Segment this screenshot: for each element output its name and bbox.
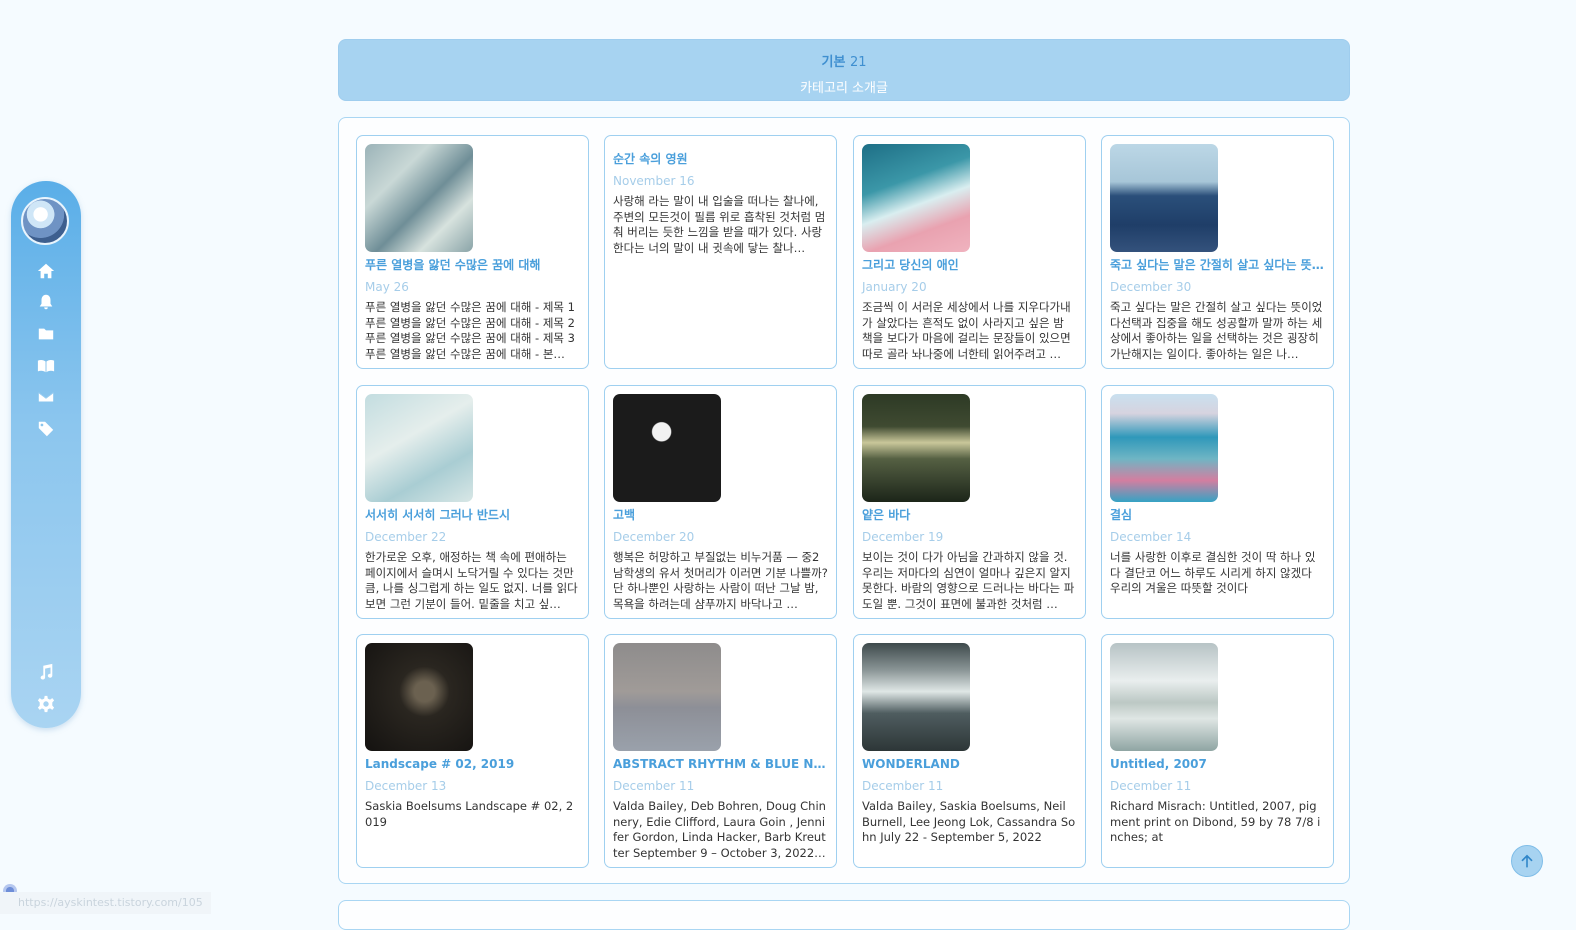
post-date: December 14 [1110, 530, 1192, 544]
envelope-icon[interactable] [36, 387, 56, 407]
post-card[interactable]: 서서히 서서히 그러나 반드시 December 22 한가로운 오후, 애정하는 … [356, 385, 589, 619]
post-card[interactable]: Untitled, 2007 December 11 Richard Misrach… [1101, 634, 1334, 868]
post-date: December 11 [1110, 779, 1192, 793]
post-date: January 20 [862, 280, 927, 294]
post-excerpt: Saskia Boelsums Landscape # 02, 2019 [365, 799, 574, 829]
post-excerpt: 푸른 열병을 앓던 수많은 꿈에 대해 - 제목 1 푸른 열병을 앓던 수많은… [365, 300, 575, 361]
post-title[interactable]: 얕은 바다 [862, 506, 1077, 524]
post-title[interactable]: Untitled, 2007 [1110, 755, 1325, 773]
post-excerpt: Richard Misrach: Untitled, 2007, pigment… [1110, 799, 1321, 844]
category-name[interactable]: 기본 [822, 55, 846, 70]
post-title[interactable]: 죽고 싶다는 말은 간절히 살고 싶다는 뜻… [1110, 256, 1325, 274]
post-date: December 11 [613, 779, 695, 793]
post-title[interactable]: 그리고 당신의 애인 [862, 256, 1077, 274]
post-thumbnail[interactable] [365, 643, 473, 751]
post-title[interactable]: 고백 [613, 506, 828, 524]
post-excerpt: 조금씩 이 서러운 세상에서 나를 지우다가내가 살았다는 흔적도 없이 사라지… [862, 300, 1071, 361]
home-icon[interactable] [36, 261, 56, 281]
post-thumbnail[interactable] [862, 643, 970, 751]
post-excerpt: 죽고 싶다는 말은 간절히 살고 싶다는 뜻이었다선택과 집중을 해도 성공할까… [1110, 300, 1323, 361]
post-date: December 20 [613, 530, 695, 544]
post-title[interactable]: 결심 [1110, 506, 1325, 524]
post-excerpt: 사랑해 라는 말이 내 입술을 떠나는 찰나에, 주변의 모든것이 필름 위로 … [613, 194, 826, 255]
status-url: https://ayskintest.tistory.com/105 [0, 892, 211, 914]
post-thumbnail[interactable] [1110, 643, 1218, 751]
post-date: May 26 [365, 280, 409, 294]
post-excerpt: Valda Bailey, Deb Bohren, Doug Chinnery,… [613, 799, 826, 860]
post-excerpt: 행복은 허망하고 부질없는 비누거품 — 중2 남학생의 유서 첫머리가 이러면… [613, 550, 828, 611]
post-card[interactable]: 죽고 싶다는 말은 간절히 살고 싶다는 뜻… December 30 죽고 싶다는… [1101, 135, 1334, 369]
category-header: 기본 21 카테고리 소개글 [338, 39, 1350, 101]
post-date: December 19 [862, 530, 944, 544]
post-date: December 22 [365, 530, 447, 544]
post-excerpt: 한가로운 오후, 애정하는 책 속에 편애하는 페이지에서 슬며시 노닥거릴 수… [365, 550, 578, 611]
post-thumbnail[interactable] [613, 643, 721, 751]
post-excerpt: 너를 사랑한 이후로 결심한 것이 딱 하나 있다 결단코 어느 하루도 시리게… [1110, 550, 1316, 595]
post-excerpt: Valda Bailey, Saskia Boelsums, Neil Burn… [862, 799, 1076, 844]
tag-icon[interactable] [36, 419, 56, 439]
folder-icon[interactable] [36, 324, 56, 344]
post-title[interactable]: 서서히 서서히 그러나 반드시 [365, 506, 580, 524]
scroll-top-button[interactable] [1511, 845, 1543, 877]
post-thumbnail[interactable] [1110, 144, 1218, 252]
post-card[interactable]: 순간 속의 영원 November 16 사랑해 라는 말이 내 입술을 떠나는 찰… [604, 135, 837, 369]
post-title[interactable]: WONDERLAND [862, 755, 1077, 773]
post-card[interactable]: 푸른 열병을 앓던 수많은 꿈에 대해 May 26 푸른 열병을 앓던 수많은 꿈… [356, 135, 589, 369]
category-count: 21 [849, 55, 867, 70]
post-card[interactable]: 그리고 당신의 애인 January 20 조금씩 이 서러운 세상에서 나를 지우… [853, 135, 1086, 369]
post-title[interactable]: 푸른 열병을 앓던 수많은 꿈에 대해 [365, 256, 580, 274]
post-title[interactable]: Landscape # 02, 2019 [365, 755, 580, 773]
category-intro: 카테고리 소개글 [800, 81, 888, 96]
post-thumbnail[interactable] [365, 394, 473, 502]
pagination-box [338, 900, 1350, 930]
post-thumbnail[interactable] [862, 144, 970, 252]
post-date: December 13 [365, 779, 447, 793]
music-icon[interactable] [36, 662, 56, 682]
post-excerpt: 보이는 것이 다가 아님을 간과하지 않을 것. 우리는 저마다의 심연이 얼마… [862, 550, 1075, 611]
gear-icon[interactable] [36, 694, 56, 714]
post-date: December 30 [1110, 280, 1192, 294]
post-date: December 11 [862, 779, 944, 793]
book-icon[interactable] [36, 356, 56, 376]
post-grid: 푸른 열병을 앓던 수많은 꿈에 대해 May 26 푸른 열병을 앓던 수많은 꿈… [338, 117, 1350, 884]
post-thumbnail[interactable] [862, 394, 970, 502]
post-date: November 16 [613, 174, 695, 188]
post-thumbnail[interactable] [365, 144, 473, 252]
post-thumbnail[interactable] [1110, 394, 1218, 502]
sidebar [11, 181, 81, 728]
category-title: 기본 21 [339, 51, 1349, 70]
post-thumbnail[interactable] [613, 394, 721, 502]
post-card[interactable]: 고백 December 20 행복은 허망하고 부질없는 비누거품 — 중2 남학생… [604, 385, 837, 619]
avatar[interactable] [21, 197, 69, 245]
post-card[interactable]: WONDERLAND December 11 Valda Bailey, Saski… [853, 634, 1086, 868]
post-card[interactable]: 결심 December 14 너를 사랑한 이후로 결심한 것이 딱 하나 있다 결… [1101, 385, 1334, 619]
post-card[interactable]: Landscape # 02, 2019 December 13 Saskia Bo… [356, 634, 589, 868]
post-title[interactable]: 순간 속의 영원 [613, 150, 828, 168]
post-title[interactable]: ABSTRACT RHYTHM & BLUE NOTES [613, 755, 828, 773]
post-card[interactable]: 얕은 바다 December 19 보이는 것이 다가 아님을 간과하지 않을 것.… [853, 385, 1086, 619]
arrow-up-icon [1521, 854, 1533, 868]
post-card[interactable]: ABSTRACT RHYTHM & BLUE NOTES December 11 V… [604, 634, 837, 868]
bell-icon[interactable] [36, 292, 56, 312]
